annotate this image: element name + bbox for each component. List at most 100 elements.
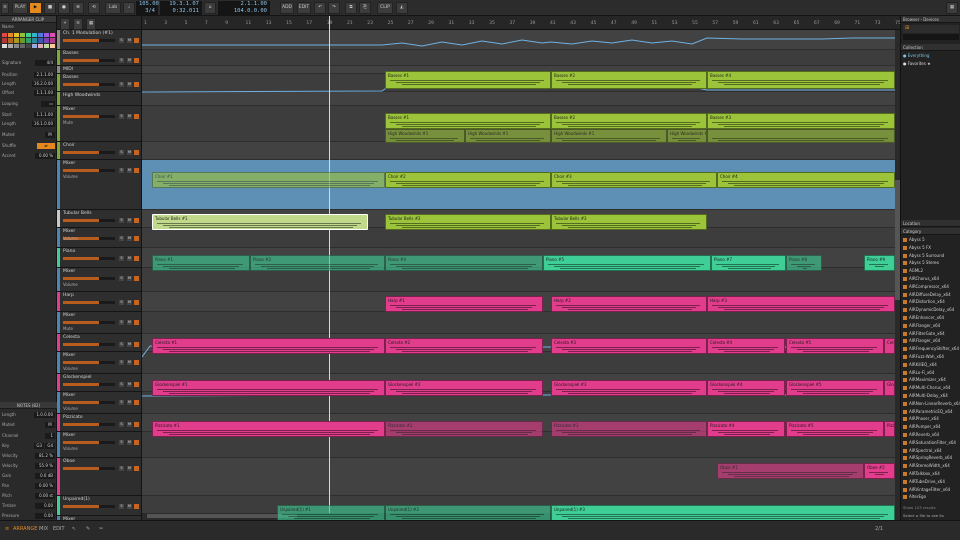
- arranger-clip[interactable]: Basses #4: [707, 71, 895, 89]
- solo-button[interactable]: S: [119, 422, 124, 427]
- browser-device-item[interactable]: AIRMulti-Chorus_x64: [901, 384, 960, 392]
- arranger-clip[interactable]: Glockenspiel #5: [786, 380, 884, 396]
- muted-row[interactable]: Muted M: [0, 131, 57, 139]
- solo-button[interactable]: S: [119, 236, 124, 241]
- arranger-clip[interactable]: Piano #5: [543, 255, 711, 271]
- track-header[interactable]: Mixer S M Mute: [57, 106, 141, 142]
- add-track-icon[interactable]: +: [60, 18, 70, 30]
- color-swatch[interactable]: [8, 38, 13, 43]
- record-arm-button[interactable]: [134, 38, 139, 43]
- record-arm-button[interactable]: [134, 300, 139, 305]
- track-header[interactable]: Mixer S M Mute: [57, 312, 141, 334]
- record-arm-button[interactable]: [134, 150, 139, 155]
- arranger-clip[interactable]: Tubular Bells #1: [152, 214, 368, 230]
- color-swatch[interactable]: [26, 33, 31, 38]
- record-arm-button[interactable]: [134, 58, 139, 63]
- tap-tempo-button[interactable]: ♩: [123, 2, 135, 14]
- copy-icon[interactable]: ⧉: [345, 2, 357, 14]
- arranger-clip[interactable]: Oboe #1: [717, 463, 864, 479]
- record-arm-button[interactable]: [134, 320, 139, 325]
- solo-button[interactable]: S: [119, 466, 124, 471]
- browser-device-item[interactable]: AIRFrequencyShifter_x64: [901, 345, 960, 353]
- track-header[interactable]: Pizzicato S M: [57, 414, 141, 432]
- solo-button[interactable]: S: [119, 218, 124, 223]
- volume-fader[interactable]: [63, 321, 115, 324]
- solo-button[interactable]: S: [119, 400, 124, 405]
- arranger-clip[interactable]: Tubular Bells #3: [551, 214, 707, 230]
- track-name[interactable]: Piano: [63, 249, 75, 254]
- mute-button[interactable]: M: [127, 38, 132, 43]
- arranger-clip[interactable]: High Woodwinds #1: [385, 129, 465, 143]
- browser-device-item[interactable]: AIRCompressor_x64: [901, 283, 960, 291]
- looping-row[interactable]: Looping ▭: [0, 100, 57, 108]
- color-swatch[interactable]: [14, 33, 19, 38]
- arranger-clip[interactable]: [707, 129, 895, 143]
- record-arm-button[interactable]: [134, 256, 139, 261]
- collection-everything[interactable]: ● Everything: [903, 53, 929, 58]
- record-arm-button[interactable]: [134, 440, 139, 445]
- tab-arrange[interactable]: ARRANGE: [13, 526, 37, 532]
- record-arm-button[interactable]: [134, 218, 139, 223]
- mute-button[interactable]: M: [127, 82, 132, 87]
- arranger-clip[interactable]: Celesta #3: [551, 338, 707, 354]
- color-swatch[interactable]: [26, 43, 31, 48]
- arranger-clip[interactable]: Unpaired(1) #1: [277, 505, 385, 520]
- arranger-clip[interactable]: Pizzicato #2: [385, 421, 543, 437]
- arranger-clip[interactable]: Pizzicato #1: [152, 421, 385, 437]
- arranger-clip[interactable]: Pizzicato #3: [551, 421, 707, 437]
- browser-device-item[interactable]: AIRLo-Fi_x64: [901, 369, 960, 377]
- solo-button[interactable]: S: [119, 382, 124, 387]
- timbre-row[interactable]: Timbre 0.00: [0, 502, 57, 510]
- volume-fader[interactable]: [63, 169, 115, 172]
- color-swatch[interactable]: [32, 38, 37, 43]
- record-button[interactable]: ●: [58, 2, 70, 14]
- track-name[interactable]: Harp: [63, 293, 74, 298]
- solo-button[interactable]: S: [119, 82, 124, 87]
- volume-fader[interactable]: [63, 467, 115, 470]
- track-header[interactable]: Harp S M: [57, 292, 141, 312]
- mute-button[interactable]: M: [127, 504, 132, 509]
- browser-device-item[interactable]: AIRMulti-Delay_x64: [901, 392, 960, 400]
- menu-icon[interactable]: ≡: [1, 2, 9, 14]
- browser-device-item[interactable]: AIRPhaser_x64: [901, 415, 960, 423]
- color-swatch[interactable]: [50, 33, 55, 38]
- color-swatch[interactable]: [44, 33, 49, 38]
- color-swatch[interactable]: [26, 38, 31, 43]
- record-arm-button[interactable]: [134, 168, 139, 173]
- position-row[interactable]: Position 2.1.1.00: [0, 71, 57, 79]
- track-header[interactable]: Celesta S M: [57, 334, 141, 352]
- arranger-clip[interactable]: Piano #7: [711, 255, 786, 271]
- tab-mix[interactable]: MIX: [39, 526, 48, 532]
- track-name[interactable]: Basses: [63, 75, 79, 80]
- track-header[interactable]: Unpaired(1) S M: [57, 496, 141, 516]
- track-name[interactable]: Mixer: [63, 393, 75, 398]
- volume-fader[interactable]: [63, 39, 115, 42]
- browser-device-item[interactable]: AIRSaturationFilter_x64: [901, 439, 960, 447]
- record-arm-button[interactable]: [134, 236, 139, 241]
- mute-button[interactable]: M: [127, 218, 132, 223]
- lab-button[interactable]: Lab: [105, 2, 121, 14]
- track-header[interactable]: High Woodwinds: [57, 92, 141, 106]
- record-arm-button[interactable]: [134, 360, 139, 365]
- browser-device-item[interactable]: AIRMaximizer_x64: [901, 376, 960, 384]
- browser-device-item[interactable]: AIRSpectral_x64: [901, 447, 960, 455]
- record-arm-button[interactable]: [134, 276, 139, 281]
- track-name[interactable]: Mixer: [63, 229, 75, 234]
- browser-device-item[interactable]: AIRDistortion_x64: [901, 298, 960, 306]
- browser-device-item[interactable]: Abyss 5 Surround: [901, 252, 960, 260]
- track-name[interactable]: Celesta: [63, 335, 80, 340]
- arranger-clip[interactable]: Unpaired(1) #2: [385, 505, 551, 520]
- color-swatch[interactable]: [38, 33, 43, 38]
- loop-length-row[interactable]: Length 16.1.0.00: [0, 120, 57, 128]
- pan-row[interactable]: Pan 0.00 %: [0, 482, 57, 490]
- volume-fader[interactable]: [63, 277, 115, 280]
- mute-button[interactable]: M: [127, 256, 132, 261]
- record-arm-button[interactable]: [134, 382, 139, 387]
- solo-button[interactable]: S: [119, 276, 124, 281]
- arranger-timeline[interactable]: 1357911131517192123252729313335373941434…: [142, 16, 900, 520]
- redo-icon[interactable]: ↷: [328, 2, 340, 14]
- color-swatch[interactable]: [38, 38, 43, 43]
- undo-icon[interactable]: ↶: [314, 2, 326, 14]
- solo-button[interactable]: S: [119, 300, 124, 305]
- arranger-clip[interactable]: Pizzicato #4: [707, 421, 785, 437]
